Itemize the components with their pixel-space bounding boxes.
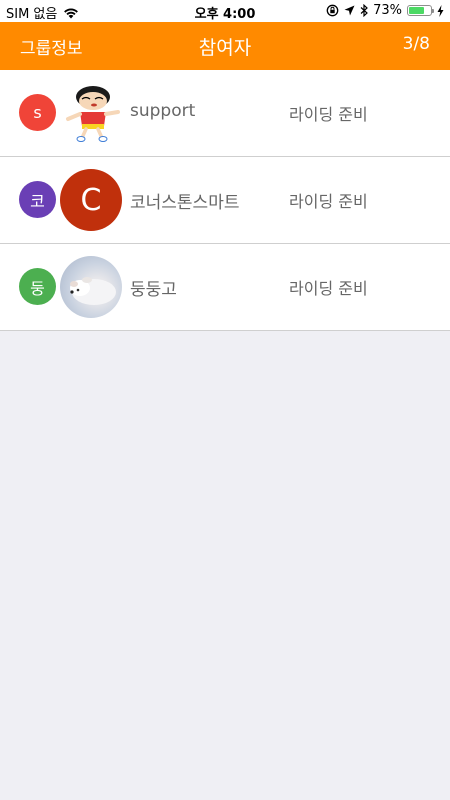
participant-name: 코너스톤스마트 (130, 193, 240, 213)
battery-icon (407, 5, 434, 16)
bluetooth-icon (360, 4, 368, 17)
participant-status: 라이딩 준비 (289, 105, 368, 124)
cartoon-character-icon (66, 86, 120, 142)
participant-count: 3/8 (402, 34, 430, 54)
page-title: 참여자 (198, 37, 252, 59)
participant-name: 둥둥고 (130, 280, 177, 300)
initial-badge: 둥 (19, 268, 56, 305)
participant-status: 라이딩 준비 (289, 279, 368, 298)
battery-level-fill (409, 7, 424, 14)
location-arrow-icon (344, 5, 355, 16)
dog-photo-icon (70, 277, 116, 305)
participant-list: s support 라이딩 준비 코 C 코너스톤스마트 라이딩 준비 둥 둥둥… (0, 70, 450, 331)
charging-bolt-icon (437, 4, 444, 17)
participant-row[interactable]: 코 C 코너스톤스마트 라이딩 준비 (0, 157, 450, 244)
initial-badge: s (19, 94, 56, 131)
participant-row[interactable]: s support 라이딩 준비 (0, 70, 450, 157)
nav-bar: 그룹정보 참여자 3/8 (0, 22, 450, 70)
status-bar: SIM 없음 오후 4:00 73% (0, 0, 450, 22)
initial-badge: 코 (19, 181, 56, 218)
status-right: 73% (326, 3, 444, 18)
participant-name: support (130, 101, 196, 121)
participant-row[interactable]: 둥 둥둥고 라이딩 준비 (0, 244, 450, 331)
participant-status: 라이딩 준비 (289, 192, 368, 211)
orientation-lock-icon (326, 4, 339, 17)
battery-percent: 73% (373, 3, 402, 18)
avatar (60, 82, 122, 144)
avatar (60, 256, 122, 318)
avatar: C (60, 169, 122, 231)
